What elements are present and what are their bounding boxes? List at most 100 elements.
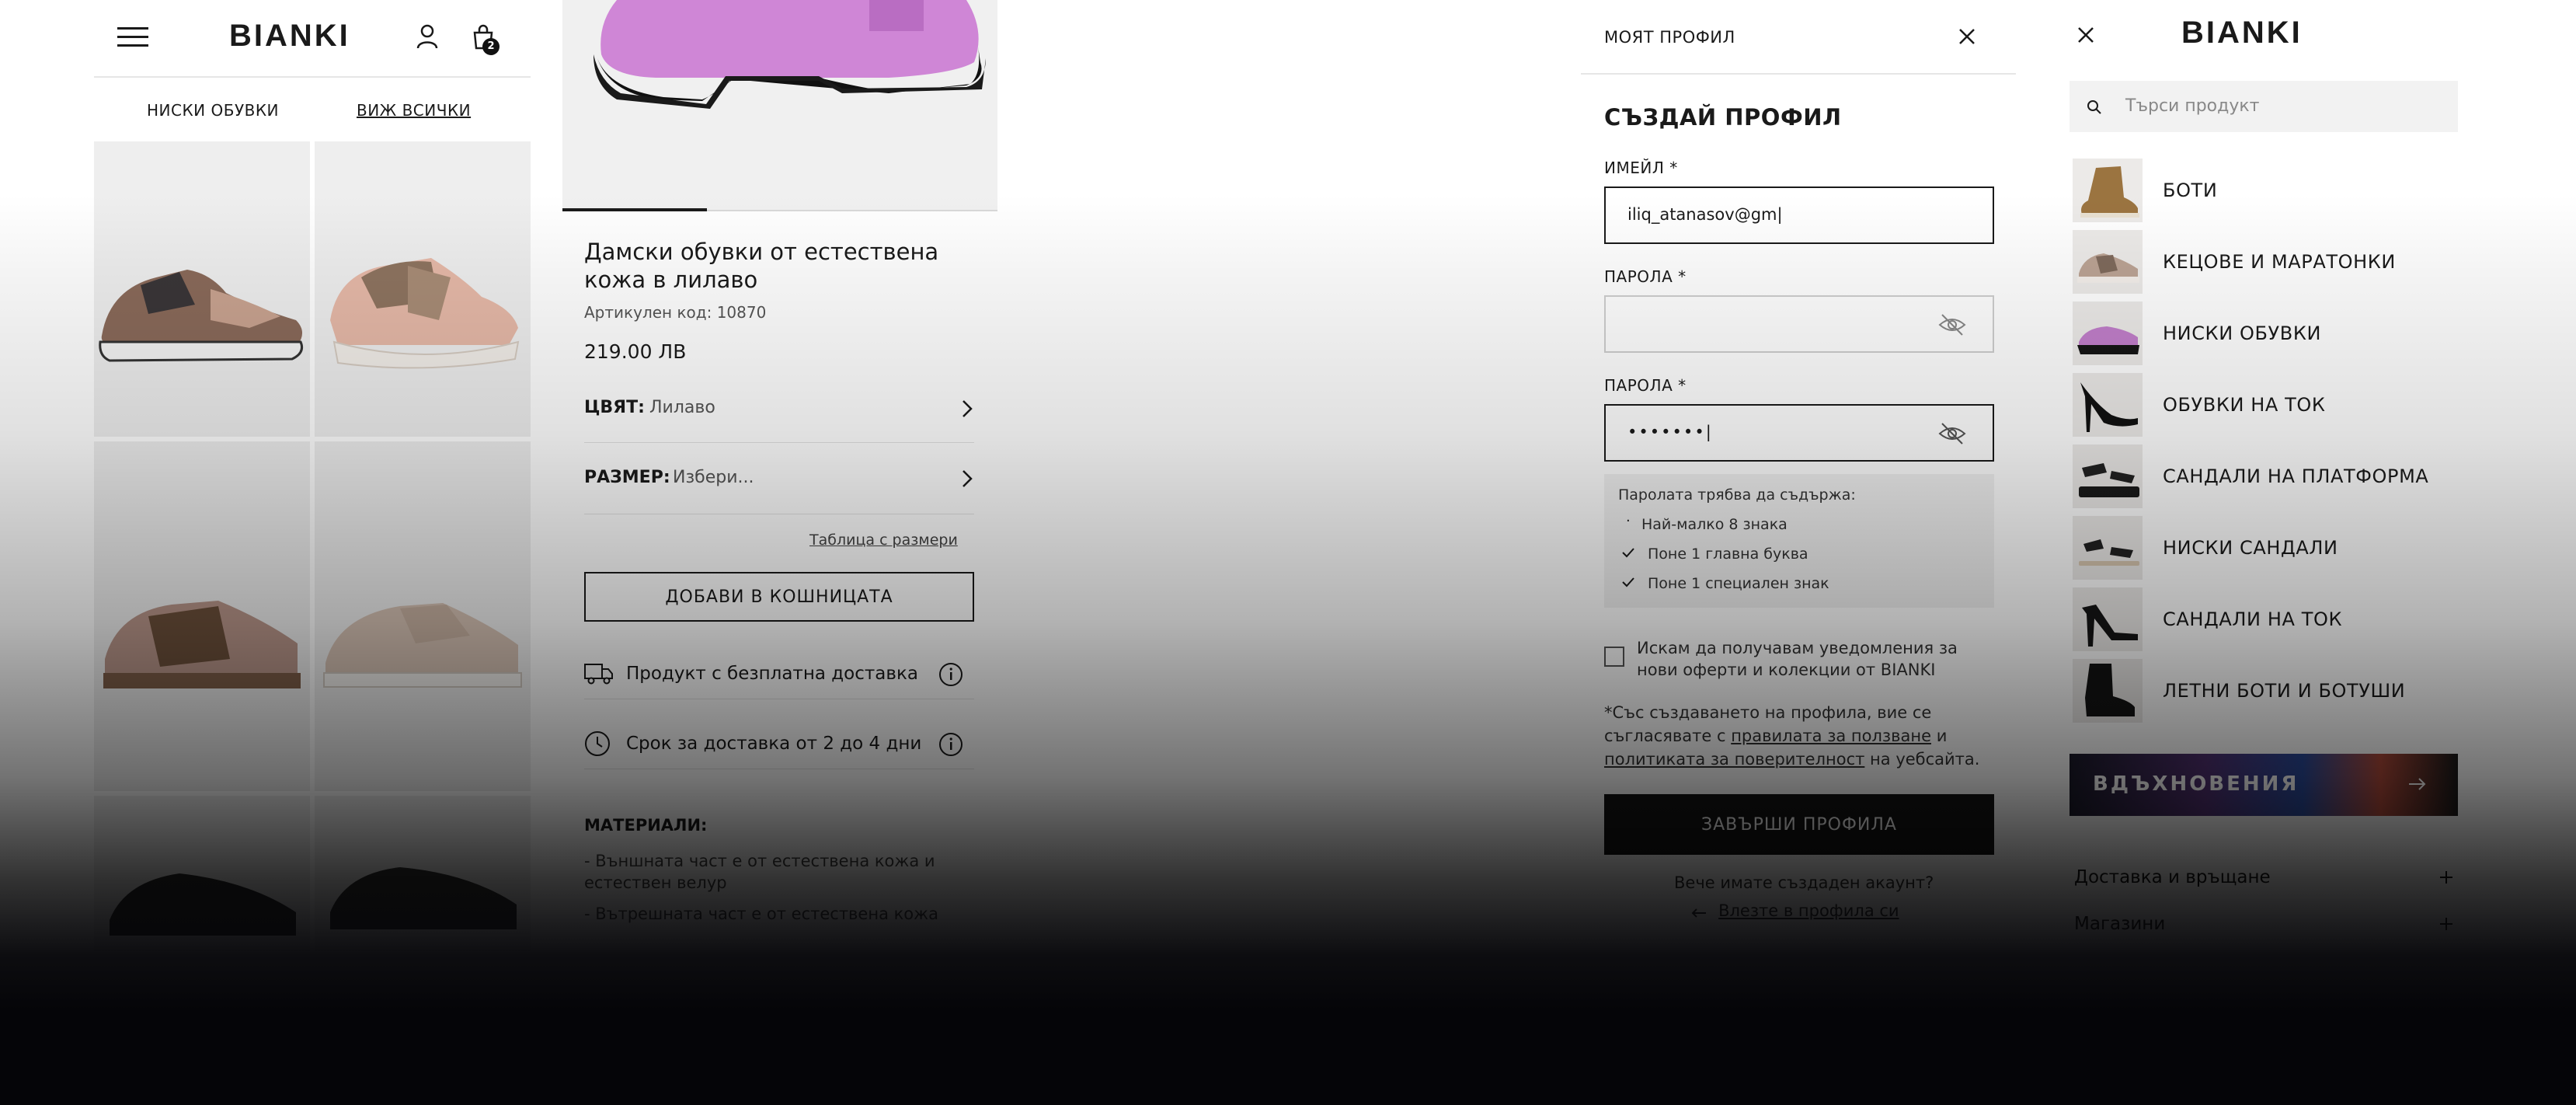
product-card[interactable] xyxy=(315,141,531,437)
add-to-cart-button[interactable]: ДОБАВИ В КОШНИЦАТА xyxy=(584,572,974,622)
info-icon[interactable] xyxy=(938,732,963,757)
close-icon[interactable] xyxy=(1958,28,1976,45)
product-image xyxy=(330,258,520,369)
info-icon[interactable] xyxy=(938,662,963,687)
password-rule: Поне 1 специален знак xyxy=(1648,575,1829,592)
menu-item-label: САНДАЛИ НА ТОК xyxy=(2163,608,2343,630)
menu-item-platform-sandals[interactable]: САНДАЛИ НА ПЛАТФОРМА xyxy=(2073,442,2428,511)
logo[interactable]: BIANKI xyxy=(229,19,350,54)
menu-item-heels[interactable]: ОБУВКИ НА ТОК xyxy=(2073,371,2326,439)
product-image xyxy=(103,601,301,688)
menu-item-thumbnail xyxy=(2073,444,2143,508)
terms-and: и xyxy=(1936,727,1948,745)
menu-item-thumbnail xyxy=(2073,659,2143,723)
menu-item-label: ОБУВКИ НА ТОК xyxy=(2163,394,2326,416)
submit-button[interactable]: ЗАВЪРШИ ПРОФИЛА xyxy=(1604,794,1994,855)
size-selector[interactable]: РАЗМЕР: Избери... xyxy=(584,443,974,514)
profile-header-title: МОЯТ ПРОФИЛ xyxy=(1604,28,1735,47)
login-link[interactable]: Влезте в профила си xyxy=(1718,901,1899,920)
close-icon[interactable] xyxy=(2077,26,2094,44)
clock-icon xyxy=(584,730,611,757)
truck-icon xyxy=(584,662,614,685)
plus-icon xyxy=(2439,870,2453,884)
register-panel: МОЯТ ПРОФИЛ СЪЗДАЙ ПРОФИЛ ИМЕЙЛ * iliq_a… xyxy=(1581,0,2016,1105)
cart-count: 2 xyxy=(487,40,495,52)
menu-item-thumbnail xyxy=(2073,373,2143,437)
product-detail-panel: Дамски обувки от естествена кожа в лилав… xyxy=(562,0,997,1105)
terms-text: *Със създаването на профила, вие се съгл… xyxy=(1604,701,2008,771)
product-title: Дамски обувки от естествена кожа в лилав… xyxy=(584,239,939,293)
delivery-time-text: Срок за доставка от 2 до 4 дни xyxy=(626,734,922,754)
stores-label: Магазини xyxy=(2074,914,2166,934)
search-bar[interactable]: Търси продукт xyxy=(2070,81,2458,132)
menu-item-heel-sandals[interactable]: САНДАЛИ НА ТОК xyxy=(2073,585,2342,654)
terms-suffix: на уебсайта. xyxy=(1870,750,1980,769)
newsletter-label[interactable]: Искам да получавам уведомления за нови о… xyxy=(1637,637,1971,681)
delivery-returns-accordion[interactable]: Доставка и връщане xyxy=(2074,861,2458,895)
color-selector[interactable]: ЦВЯТ: Лилаво xyxy=(584,381,974,443)
product-card[interactable] xyxy=(315,796,531,951)
delivery-time-row: Срок за доставка от 2 до 4 дни xyxy=(584,723,974,769)
email-field[interactable]: iliq_atanasov@gm| xyxy=(1604,186,1994,244)
hamburger-menu-icon[interactable] xyxy=(117,26,148,48)
menu-item-low-sandals[interactable]: НИСКИ САНДАЛИ xyxy=(2073,514,2338,582)
free-shipping-text: Продукт с безплатна доставка xyxy=(626,664,918,684)
check-icon xyxy=(1621,547,1635,558)
menu-logo[interactable]: BIANKI xyxy=(2181,16,2303,51)
size-chart-link[interactable]: Таблица с размери xyxy=(809,532,958,549)
login-link-row[interactable]: Влезте в профила си xyxy=(1691,901,1899,920)
product-image xyxy=(330,867,517,929)
menu-item-label: ЛЕТНИ БОТИ И БОТУШИ xyxy=(2163,680,2406,702)
password-rules-box: Паролата трябва да съдържа: · Най-малко … xyxy=(1604,474,1994,608)
screenshot-stage: BIANKI 2 НИСКИ ОБУВКИ ВИЖ ВСИЧКИ Дамски … xyxy=(0,0,2576,1105)
inspiration-label: ВДЪХНОВЕНИЯ xyxy=(2093,772,2299,796)
materials-heading: МАТЕРИАЛИ: xyxy=(584,816,708,835)
menu-item-thumbnail xyxy=(2073,230,2143,294)
free-shipping-row: Продукт с безплатна доставка xyxy=(584,653,974,699)
color-label: ЦВЯТ: xyxy=(584,398,645,417)
arrow-right-icon xyxy=(2408,777,2427,791)
menu-item-sneakers[interactable]: КЕЦОВЕ И МАРАТОНКИ xyxy=(2073,228,2396,296)
listing-panel: BIANKI 2 НИСКИ ОБУВКИ ВИЖ ВСИЧКИ xyxy=(94,0,531,1105)
password-field[interactable] xyxy=(1604,295,1994,353)
eye-off-icon[interactable] xyxy=(1938,421,1966,446)
product-card[interactable] xyxy=(94,441,310,791)
password-rules-heading: Паролата трябва да съдържа: xyxy=(1618,486,1856,504)
password-rule: Поне 1 главна буква xyxy=(1648,546,1808,563)
product-hero-image xyxy=(562,0,997,210)
header-divider xyxy=(94,76,531,78)
view-all-link[interactable]: ВИЖ ВСИЧКИ xyxy=(357,101,471,120)
plus-icon xyxy=(2439,917,2453,931)
menu-item-low-shoes[interactable]: НИСКИ ОБУВКИ xyxy=(2073,299,2321,368)
eye-off-icon[interactable] xyxy=(1938,312,1966,337)
chevron-right-icon xyxy=(962,399,973,418)
image-progress-bar xyxy=(562,208,707,211)
product-image xyxy=(110,873,296,936)
user-icon[interactable] xyxy=(416,23,439,50)
email-label: ИМЕЙЛ * xyxy=(1604,159,1678,177)
color-value: Лилаво xyxy=(649,398,715,417)
stores-accordion[interactable]: Магазини xyxy=(2074,908,2458,942)
product-card[interactable] xyxy=(94,141,310,437)
menu-item-thumbnail xyxy=(2073,159,2143,222)
menu-item-boots[interactable]: БОТИ xyxy=(2073,156,2217,225)
search-input[interactable]: Търси продукт xyxy=(2125,96,2259,116)
privacy-link[interactable]: политиката за поверителност xyxy=(1604,750,1864,769)
have-account-text: Вече имате създаден акаунт? xyxy=(1674,873,1934,892)
password-rule: Най-малко 8 знака xyxy=(1641,516,1788,533)
newsletter-checkbox[interactable] xyxy=(1604,647,1624,667)
material-line: - Вътрешната част е от естествена кожа xyxy=(584,905,938,923)
password-confirm-label: ПАРОЛА * xyxy=(1604,376,1687,395)
menu-item-summer-boots[interactable]: ЛЕТНИ БОТИ И БОТУШИ xyxy=(2073,657,2405,725)
product-card[interactable] xyxy=(315,441,531,791)
header-divider xyxy=(1581,73,2016,75)
product-card[interactable] xyxy=(94,796,310,951)
chevron-right-icon xyxy=(962,469,973,488)
inspiration-banner[interactable]: ВДЪХНОВЕНИЯ xyxy=(2070,754,2458,816)
menu-item-label: БОТИ xyxy=(2163,180,2218,201)
terms-link[interactable]: правилата за ползване xyxy=(1731,727,1931,745)
password-confirm-field[interactable]: •••••••| xyxy=(1604,404,1994,462)
product-price: 219.00 ЛВ xyxy=(584,340,687,363)
menu-item-thumbnail xyxy=(2073,516,2143,580)
delivery-returns-label: Доставка и връщане xyxy=(2074,867,2271,887)
